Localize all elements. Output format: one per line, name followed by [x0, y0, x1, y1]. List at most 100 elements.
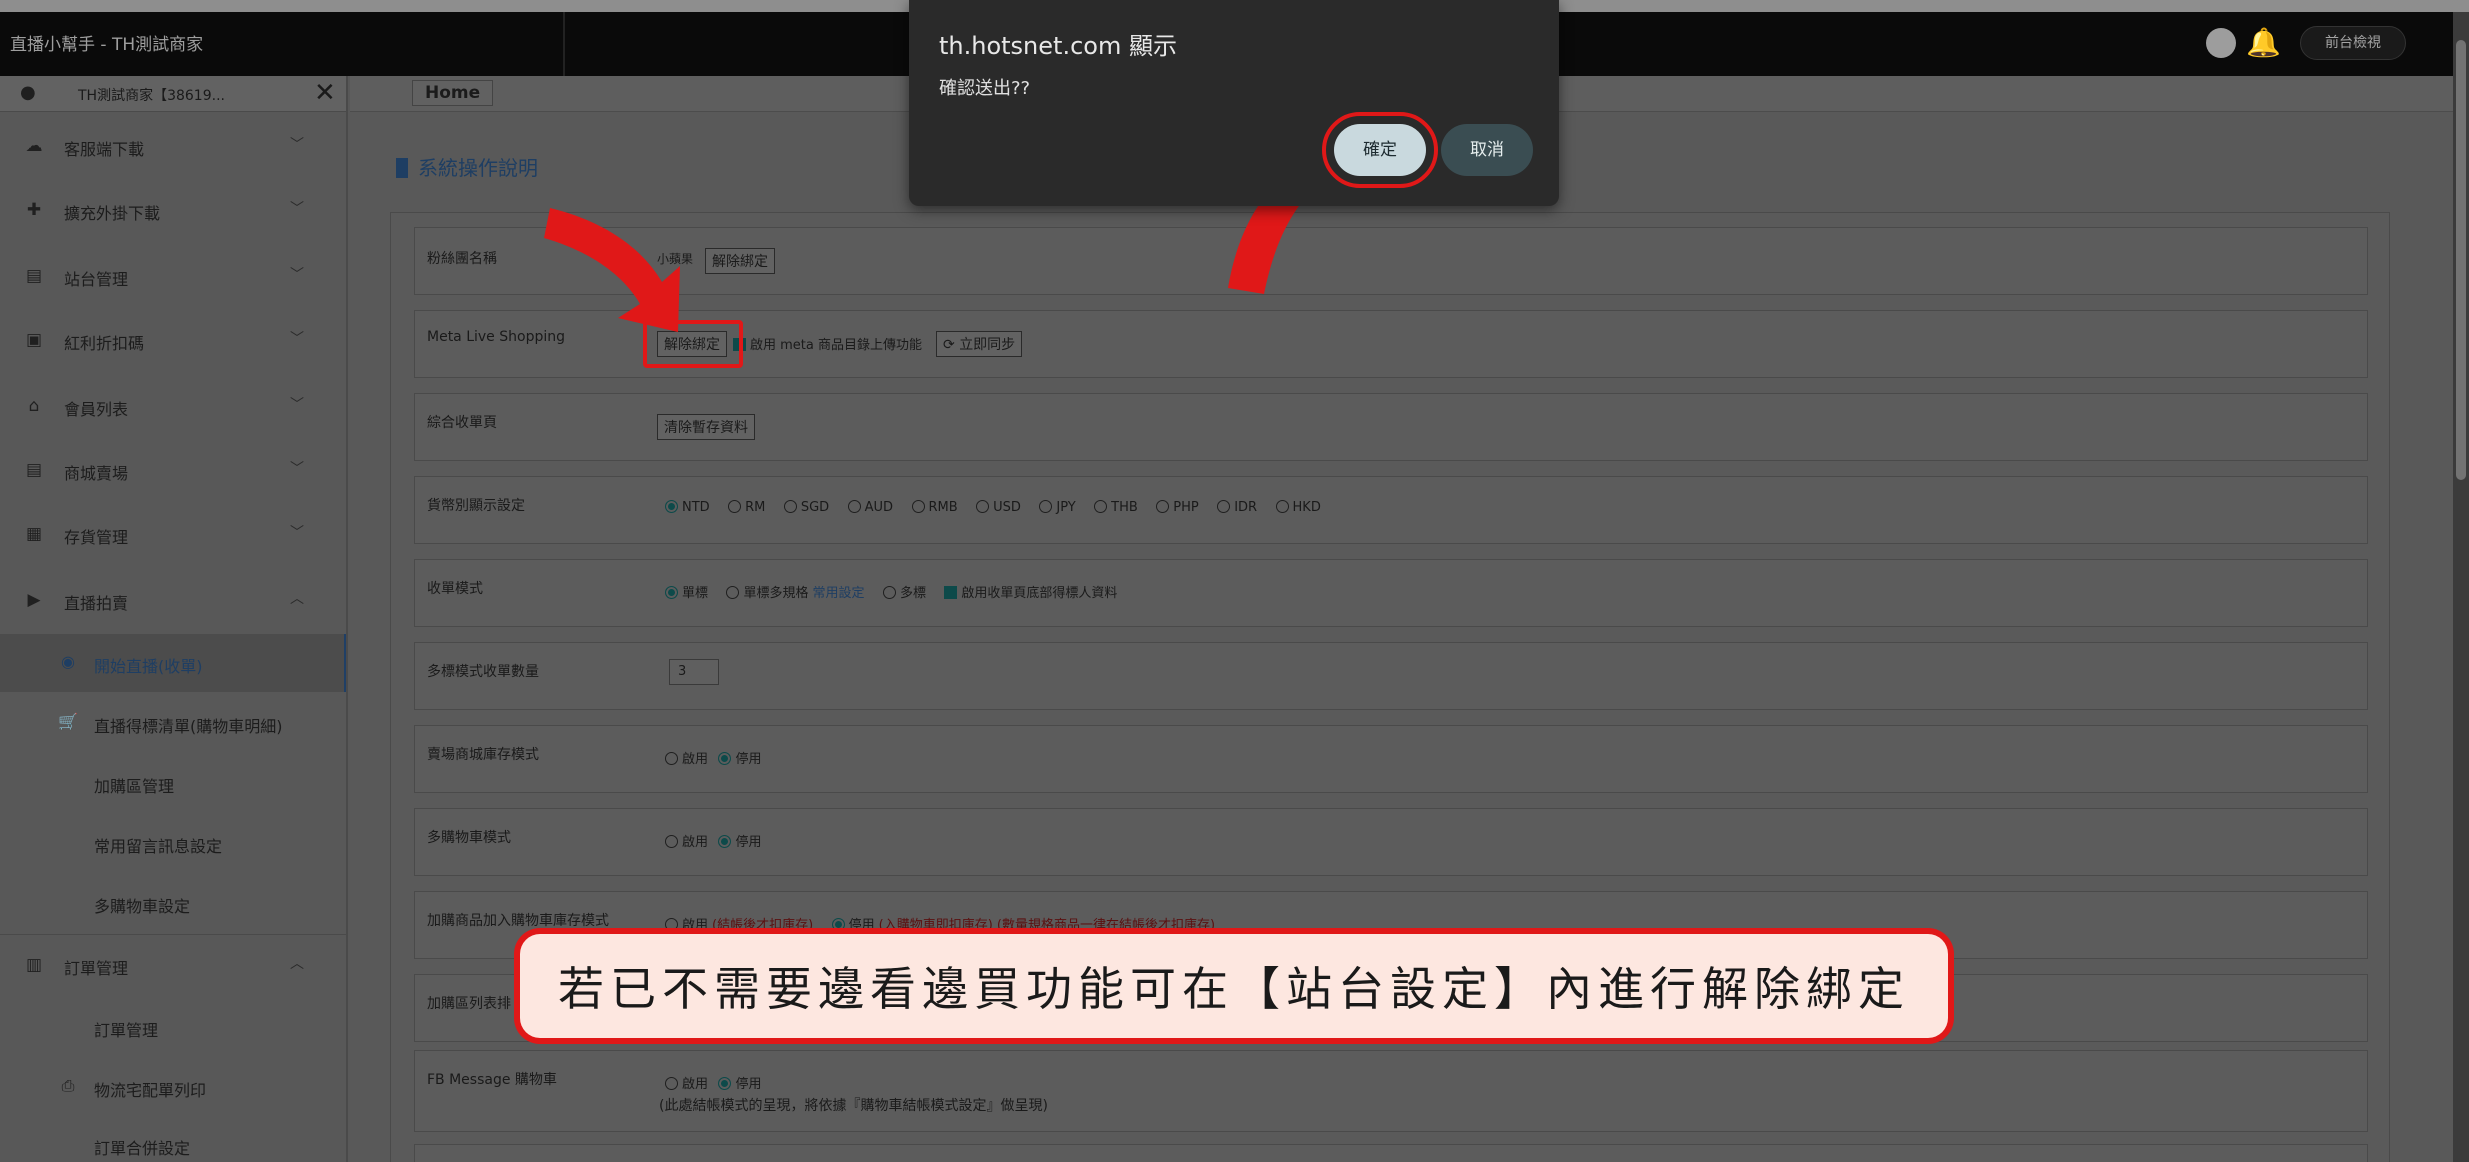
- sidebar-subitem-messages[interactable]: 常用留言訊息設定: [0, 814, 346, 872]
- ticket-icon: ▣: [25, 330, 43, 350]
- sidebar-item-label: 多購物車設定: [94, 897, 191, 916]
- chevron-down-icon: ﹀: [290, 137, 304, 153]
- radio-label: 啟用: [682, 1077, 709, 1092]
- radio-label: 多標: [899, 586, 926, 601]
- currency-label: RMB: [928, 500, 958, 515]
- multi-count-input[interactable]: 3: [669, 659, 719, 685]
- cancel-button[interactable]: 取消: [1441, 124, 1533, 176]
- common-settings-link[interactable]: 常用設定: [812, 586, 864, 601]
- sidebar-item-label: 直播拍賣: [64, 594, 129, 613]
- shop-icon: ▤: [25, 460, 43, 480]
- currency-radio-aud[interactable]: [847, 500, 861, 513]
- sidebar-item-client-download[interactable]: ☁ 客服端下載 ﹀: [0, 116, 346, 176]
- sidebar-subitem-logistics-print[interactable]: ⎙ 物流宅配單列印: [0, 1058, 346, 1116]
- sidebar-subitem-multi-cart[interactable]: 多購物車設定: [0, 874, 346, 932]
- sidebar-item-members[interactable]: ⌂ 會員列表 ﹀: [0, 376, 346, 436]
- sidebar-subitem-start-live[interactable]: ◉ 開始直播(收單): [0, 634, 346, 692]
- sidebar-subitem-order-merge[interactable]: 訂單合併設定: [0, 1116, 346, 1162]
- sidebar-item-orders[interactable]: ▥ 訂單管理 ︿: [0, 934, 346, 994]
- store-icon: ▤: [25, 266, 43, 286]
- user-name: TH測試商家【38619...: [78, 88, 225, 104]
- sidebar-item-label: 訂單管理: [94, 1021, 159, 1040]
- sidebar-item-label: 訂單管理: [64, 959, 129, 978]
- currency-radio-idr[interactable]: [1217, 500, 1231, 513]
- multi-cart-on-radio[interactable]: [665, 835, 678, 848]
- member-icon: ⌂: [28, 396, 40, 416]
- currency-radio-php[interactable]: [1156, 500, 1170, 513]
- mall-stock-off-radio[interactable]: [718, 752, 732, 765]
- sidebar-subitem-winner-list[interactable]: 🛒 直播得標清單(購物車明細): [0, 694, 346, 752]
- currency-radio-rm[interactable]: [728, 500, 742, 513]
- section-title-text: 系統操作說明: [418, 156, 538, 180]
- inventory-icon: ▦: [25, 524, 43, 544]
- book-icon: [396, 158, 408, 178]
- setting-row-multi-count: 多標模式收單數量 3: [414, 642, 2368, 710]
- currency-label: THB: [1111, 500, 1138, 515]
- fb-cart-on-radio[interactable]: [665, 1077, 678, 1090]
- sidebar-item-label: 商城賣場: [64, 464, 129, 483]
- fb-cart-off-radio[interactable]: [718, 1077, 732, 1090]
- sidebar-item-live-auction[interactable]: ▶ 直播拍賣 ︿: [0, 570, 346, 630]
- divider: [563, 12, 565, 76]
- mode-radio-multi[interactable]: [882, 586, 896, 599]
- chevron-down-icon: ﹀: [290, 201, 304, 217]
- currency-radio-thb[interactable]: [1094, 500, 1108, 513]
- sidebar-item-label: 會員列表: [64, 400, 129, 419]
- setting-label: 多購物車模式: [427, 830, 511, 846]
- front-view-button[interactable]: 前台檢視: [2300, 26, 2406, 60]
- currency-radio-sgd[interactable]: [783, 500, 797, 513]
- sync-now-button[interactable]: ⟳ 立即同步: [936, 331, 1023, 357]
- chevron-down-icon: ﹀: [290, 267, 304, 283]
- currency-radio-hkd[interactable]: [1275, 500, 1289, 513]
- sync-label: 立即同步: [959, 337, 1016, 353]
- clear-cache-button[interactable]: 清除暫存資料: [657, 414, 755, 440]
- multi-cart-off-radio[interactable]: [718, 835, 732, 848]
- screen: 直播小幫手 - TH測試商家 🔔 前台檢視 ● TH測試商家【38619... …: [0, 0, 2469, 1162]
- chevron-down-icon: ﹀: [290, 525, 304, 541]
- sidebar-item-mall[interactable]: ▤ 商城賣場 ﹀: [0, 440, 346, 500]
- sidebar-subitem-addon[interactable]: 加購區管理: [0, 754, 346, 812]
- sidebar-subitem-order-management[interactable]: 訂單管理: [0, 998, 346, 1056]
- currency-radio-usd[interactable]: [976, 500, 990, 513]
- bottom-winner-checkbox[interactable]: [944, 586, 958, 599]
- currency-radio-ntd[interactable]: [665, 500, 678, 513]
- currency-label: AUD: [864, 500, 894, 515]
- play-icon: ◉: [61, 652, 75, 671]
- sidebar-item-label: 訂單合併設定: [94, 1139, 191, 1158]
- chevron-down-icon: ﹀: [290, 331, 304, 347]
- globe-icon[interactable]: [2206, 28, 2236, 58]
- radio-label: 啟用: [682, 752, 709, 767]
- setting-row-order-mode: 收單模式 單標 單標多規格 常用設定 多標 啟用收單頁底部得標人資料: [414, 559, 2368, 627]
- setting-label: 綜合收單頁: [427, 415, 497, 431]
- chevron-down-icon: ﹀: [290, 461, 304, 477]
- close-icon[interactable]: ✕: [314, 79, 336, 107]
- scrollbar-thumb[interactable]: [2456, 40, 2466, 480]
- sidebar-item-label: 客服端下載: [64, 140, 145, 159]
- currency-radio-jpy[interactable]: [1039, 500, 1053, 513]
- chevron-up-icon: ︿: [290, 591, 304, 607]
- bell-icon[interactable]: 🔔: [2246, 28, 2281, 58]
- radio-label: 停用: [735, 752, 762, 767]
- radio-label: 停用: [735, 1077, 762, 1092]
- sidebar-item-bonus-coupon[interactable]: ▣ 紅利折扣碼 ﹀: [0, 310, 346, 370]
- sidebar-item-label: 開始直播(收單): [94, 657, 203, 676]
- currency-radio-rmb[interactable]: [911, 500, 925, 513]
- arrow-pointer-icon: [544, 208, 680, 332]
- confirm-button[interactable]: 確定: [1334, 124, 1426, 176]
- breadcrumb-home[interactable]: Home: [412, 80, 494, 106]
- mode-radio-single-spec[interactable]: [726, 586, 740, 599]
- chevron-down-icon: ﹀: [290, 397, 304, 413]
- section-title: 系統操作說明: [396, 152, 538, 181]
- mode-radio-single[interactable]: [665, 586, 678, 599]
- clipboard-icon: ▥: [25, 955, 43, 975]
- setting-row-multi-cart: 多購物車模式 啟用 停用: [414, 808, 2368, 876]
- sidebar-item-extension-download[interactable]: ✚ 擴充外掛下載 ﹀: [0, 180, 346, 240]
- setting-label: 多標模式收單數量: [427, 664, 539, 680]
- mall-stock-on-radio[interactable]: [665, 752, 678, 765]
- setting-row-mall-stock: 賣場商城庫存模式 啟用 停用: [414, 725, 2368, 793]
- sidebar-item-inventory[interactable]: ▦ 存貨管理 ﹀: [0, 504, 346, 564]
- sidebar-item-site-management[interactable]: ▤ 站台管理 ﹀: [0, 246, 346, 306]
- user-icon: ●: [20, 82, 36, 103]
- sidebar-item-label: 直播得標清單(購物車明細): [94, 717, 283, 736]
- checkbox-label: 啟用收單頁底部得標人資料: [961, 586, 1118, 601]
